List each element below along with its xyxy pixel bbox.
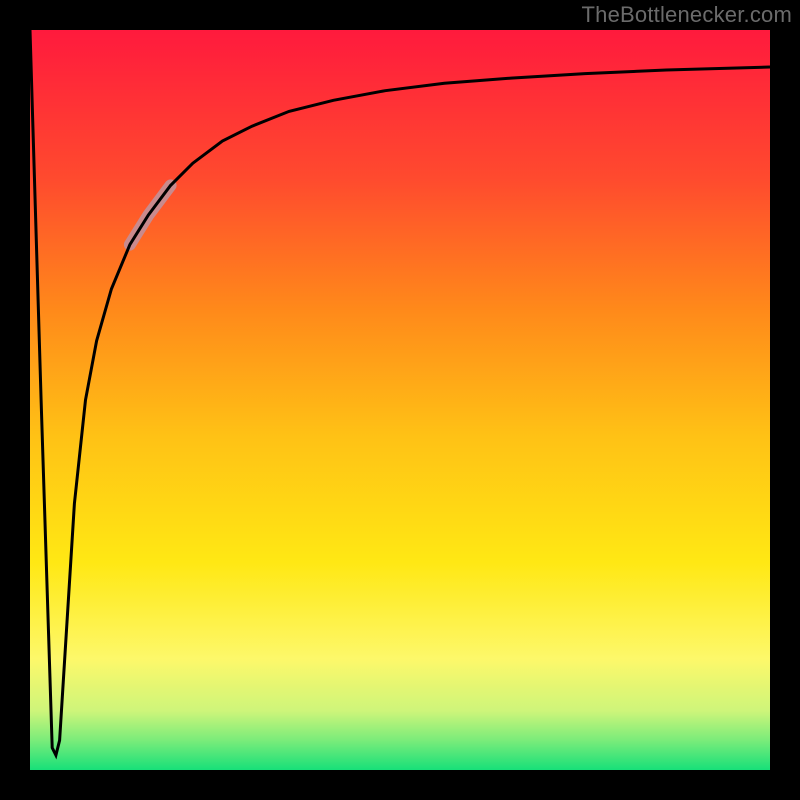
- chart-container: TheBottlenecker.com: [0, 0, 800, 800]
- plot-background: [30, 30, 770, 770]
- watermark-label: TheBottlenecker.com: [582, 2, 792, 28]
- bottleneck-chart: [0, 0, 800, 800]
